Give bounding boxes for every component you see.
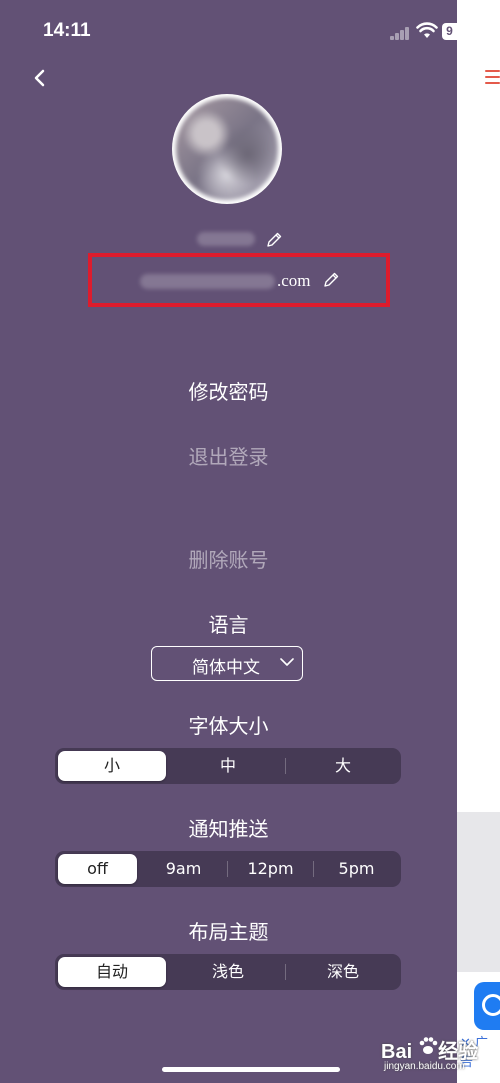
theme-option-dark[interactable]: 深色 bbox=[289, 957, 397, 987]
language-title: 语言 bbox=[208, 613, 249, 637]
email-suffix: .com bbox=[277, 271, 311, 290]
cellular-signal-icon bbox=[390, 26, 410, 40]
hamburger-menu-icon[interactable] bbox=[485, 70, 500, 86]
language-select[interactable]: 简体中文 bbox=[151, 646, 303, 681]
font-size-option-medium[interactable]: 中 bbox=[174, 751, 282, 781]
background-gray-block bbox=[457, 812, 500, 972]
notify-option-off[interactable]: off bbox=[58, 854, 137, 884]
font-size-segmented-control: 小 中 大 bbox=[55, 748, 401, 784]
back-chevron-icon[interactable] bbox=[28, 66, 52, 90]
language-selected: 简体中文 bbox=[192, 658, 260, 678]
notifications-title: 通知推送 bbox=[188, 817, 269, 841]
segment-divider bbox=[227, 861, 228, 877]
theme-option-light[interactable]: 浅色 bbox=[174, 957, 282, 987]
baidu-watermark: Bai 经验 jingyan.baidu.com bbox=[381, 1027, 500, 1077]
settings-panel: 14:11 9 .com 修改密码 退出登录 删除账号 语言 简体中文 字体大小… bbox=[0, 0, 457, 1083]
avatar[interactable] bbox=[172, 94, 282, 204]
paw-icon bbox=[419, 1037, 438, 1054]
app-store-icon[interactable] bbox=[474, 982, 500, 1030]
username-blurred bbox=[197, 232, 255, 246]
status-time: 14:11 bbox=[43, 20, 91, 41]
notify-option-9am[interactable]: 9am bbox=[144, 854, 223, 884]
segment-divider bbox=[285, 758, 286, 774]
email-blurred bbox=[140, 274, 275, 289]
delete-account-button[interactable]: 删除账号 bbox=[0, 544, 457, 573]
font-size-title: 字体大小 bbox=[188, 714, 269, 738]
theme-option-auto[interactable]: 自动 bbox=[58, 957, 166, 987]
edit-username-icon[interactable] bbox=[264, 230, 284, 250]
segment-divider bbox=[313, 861, 314, 877]
edit-email-icon[interactable] bbox=[321, 270, 341, 290]
font-size-option-large[interactable]: 大 bbox=[289, 751, 397, 781]
font-size-option-small[interactable]: 小 bbox=[58, 751, 166, 781]
wifi-icon bbox=[416, 22, 438, 38]
avatar-image bbox=[176, 98, 278, 200]
home-indicator bbox=[162, 1067, 340, 1072]
logout-button[interactable]: 退出登录 bbox=[0, 441, 457, 470]
notifications-segmented-control: off 9am 12pm 5pm bbox=[55, 851, 401, 887]
battery-icon: 9 bbox=[442, 23, 457, 40]
chevron-down-icon bbox=[280, 658, 294, 666]
segment-divider bbox=[285, 964, 286, 980]
theme-segmented-control: 自动 浅色 深色 bbox=[55, 954, 401, 990]
theme-title: 布局主题 bbox=[188, 920, 269, 944]
notify-option-5pm[interactable]: 5pm bbox=[317, 854, 396, 884]
notify-option-12pm[interactable]: 12pm bbox=[231, 854, 310, 884]
change-password-button[interactable]: 修改密码 bbox=[0, 376, 457, 405]
